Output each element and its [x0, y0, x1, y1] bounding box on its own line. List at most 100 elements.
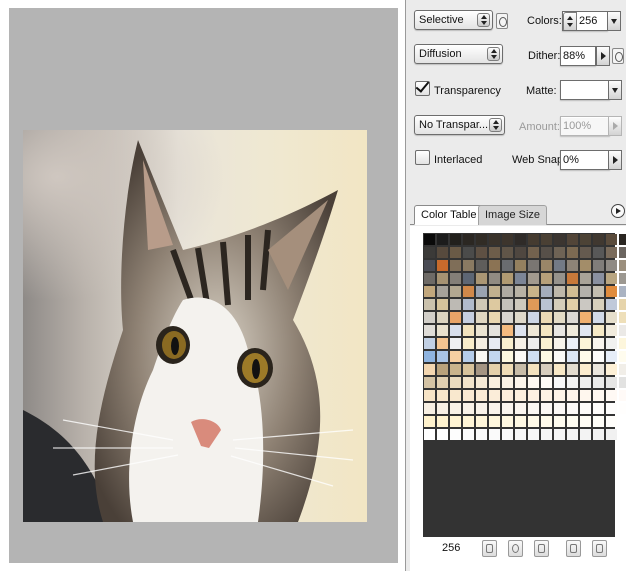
- color-swatch[interactable]: [424, 247, 435, 258]
- color-swatch[interactable]: [450, 351, 461, 362]
- color-swatch[interactable]: [606, 273, 617, 284]
- color-swatch[interactable]: [450, 403, 461, 414]
- color-swatch[interactable]: [502, 351, 513, 362]
- color-swatch[interactable]: [580, 390, 591, 401]
- color-swatch[interactable]: [450, 364, 461, 375]
- color-swatch[interactable]: [515, 403, 526, 414]
- color-swatch[interactable]: [619, 325, 626, 336]
- color-swatch[interactable]: [502, 364, 513, 375]
- color-swatch[interactable]: [593, 390, 604, 401]
- color-swatch[interactable]: [593, 351, 604, 362]
- color-swatch[interactable]: [528, 429, 539, 440]
- color-swatch[interactable]: [606, 312, 617, 323]
- trash-icon[interactable]: [592, 540, 607, 557]
- color-swatch[interactable]: [554, 390, 565, 401]
- color-swatch[interactable]: [489, 377, 500, 388]
- color-swatch[interactable]: [424, 260, 435, 271]
- color-swatch[interactable]: [593, 377, 604, 388]
- color-swatch[interactable]: [580, 416, 591, 427]
- color-swatch[interactable]: [476, 403, 487, 414]
- color-swatch[interactable]: [502, 338, 513, 349]
- color-swatch[interactable]: [489, 403, 500, 414]
- color-swatch[interactable]: [580, 377, 591, 388]
- color-swatch[interactable]: [528, 312, 539, 323]
- dither-slider-button[interactable]: [596, 46, 610, 66]
- tab-image-size[interactable]: Image Size: [478, 205, 548, 225]
- color-swatch[interactable]: [554, 299, 565, 310]
- color-swatch[interactable]: [528, 247, 539, 258]
- color-swatch[interactable]: [476, 377, 487, 388]
- color-swatch[interactable]: [515, 260, 526, 271]
- matte-field[interactable]: [560, 80, 610, 100]
- color-swatch[interactable]: [541, 286, 552, 297]
- color-swatch[interactable]: [463, 234, 474, 245]
- color-swatch[interactable]: [567, 377, 578, 388]
- color-swatch[interactable]: [541, 312, 552, 323]
- color-swatch[interactable]: [424, 312, 435, 323]
- color-swatch[interactable]: [463, 260, 474, 271]
- color-swatch[interactable]: [528, 299, 539, 310]
- color-swatch[interactable]: [619, 273, 626, 284]
- dither-eyedropper-icon[interactable]: [612, 48, 624, 64]
- color-swatch[interactable]: [541, 364, 552, 375]
- color-swatch[interactable]: [437, 273, 448, 284]
- color-swatch[interactable]: [593, 338, 604, 349]
- color-swatch[interactable]: [554, 260, 565, 271]
- color-swatch[interactable]: [593, 286, 604, 297]
- color-swatch[interactable]: [541, 338, 552, 349]
- color-swatch[interactable]: [541, 351, 552, 362]
- color-swatch[interactable]: [606, 260, 617, 271]
- color-swatch[interactable]: [437, 403, 448, 414]
- stepper-icon[interactable]: [563, 12, 577, 30]
- color-swatch[interactable]: [606, 299, 617, 310]
- color-swatch[interactable]: [463, 364, 474, 375]
- color-swatch[interactable]: [528, 351, 539, 362]
- color-swatch[interactable]: [593, 299, 604, 310]
- color-swatch[interactable]: [489, 390, 500, 401]
- color-swatch[interactable]: [528, 403, 539, 414]
- color-swatch[interactable]: [450, 429, 461, 440]
- color-swatch[interactable]: [528, 364, 539, 375]
- color-swatch[interactable]: [515, 364, 526, 375]
- color-swatch[interactable]: [502, 273, 513, 284]
- color-swatch[interactable]: [567, 286, 578, 297]
- color-swatch[interactable]: [554, 273, 565, 284]
- color-swatch[interactable]: [619, 390, 626, 401]
- color-swatch[interactable]: [489, 234, 500, 245]
- color-swatch[interactable]: [476, 286, 487, 297]
- color-swatch[interactable]: [606, 416, 617, 427]
- color-swatch[interactable]: [450, 312, 461, 323]
- color-swatch[interactable]: [463, 247, 474, 258]
- color-swatch[interactable]: [593, 234, 604, 245]
- color-swatch[interactable]: [437, 429, 448, 440]
- amount-field[interactable]: 100%: [560, 116, 610, 136]
- color-swatch[interactable]: [593, 429, 604, 440]
- color-swatch[interactable]: [619, 429, 626, 440]
- websnap-slider-button[interactable]: [608, 150, 622, 170]
- color-swatch[interactable]: [463, 390, 474, 401]
- color-swatch[interactable]: [619, 247, 626, 258]
- color-swatch[interactable]: [541, 416, 552, 427]
- color-swatch[interactable]: [502, 429, 513, 440]
- color-swatch[interactable]: [541, 299, 552, 310]
- color-swatch[interactable]: [515, 325, 526, 336]
- color-swatch[interactable]: [450, 377, 461, 388]
- color-swatch[interactable]: [489, 351, 500, 362]
- color-swatch[interactable]: [580, 286, 591, 297]
- color-swatch[interactable]: [437, 286, 448, 297]
- color-swatch[interactable]: [619, 416, 626, 427]
- color-swatch[interactable]: [528, 273, 539, 284]
- interlaced-checkbox[interactable]: [415, 150, 430, 165]
- color-swatch[interactable]: [593, 273, 604, 284]
- color-swatch[interactable]: [580, 312, 591, 323]
- color-swatch[interactable]: [528, 390, 539, 401]
- color-swatch[interactable]: [437, 416, 448, 427]
- color-swatch[interactable]: [502, 247, 513, 258]
- color-swatch[interactable]: [476, 338, 487, 349]
- color-swatch[interactable]: [541, 273, 552, 284]
- color-swatch[interactable]: [437, 312, 448, 323]
- color-swatch[interactable]: [567, 299, 578, 310]
- color-swatch[interactable]: [593, 247, 604, 258]
- color-swatch[interactable]: [554, 312, 565, 323]
- color-swatch[interactable]: [502, 260, 513, 271]
